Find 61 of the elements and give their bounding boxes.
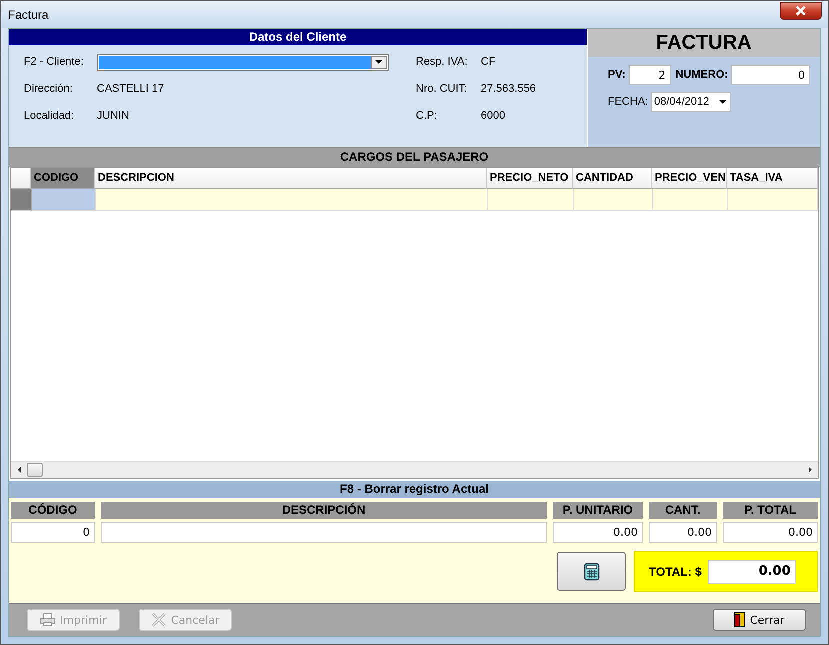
field-label: Resp. IVA:	[416, 56, 469, 68]
table-cell[interactable]	[728, 189, 818, 211]
column-header[interactable]: PRECIO_NETO	[487, 168, 573, 189]
column-header[interactable]: CANTIDAD	[573, 168, 652, 189]
date-picker[interactable]: 08/04/2012	[651, 92, 732, 112]
input-field[interactable]	[101, 522, 547, 543]
input-field[interactable]: 0.00	[649, 522, 717, 543]
cross-icon	[151, 612, 168, 628]
field-label: F2 - Cliente:	[24, 56, 85, 68]
field-label: FECHA:	[608, 96, 648, 108]
field-label: PV:	[608, 69, 626, 81]
table-cell[interactable]	[653, 189, 728, 211]
horizontal-scrollbar[interactable]	[11, 461, 818, 478]
close-button[interactable]	[780, 2, 822, 20]
section-title: CARGOS DEL PASAJERO	[9, 147, 820, 167]
input-field[interactable]: 0.00	[723, 522, 818, 543]
column-header: CÓDIGO	[11, 502, 95, 519]
input-field[interactable]: 0	[11, 522, 95, 543]
field-label: NUMERO:	[676, 69, 728, 81]
section-title: F8 - Borrar registro Actual	[9, 481, 820, 498]
column-header[interactable]: DESCRIPCION	[95, 168, 487, 189]
row-header[interactable]	[11, 189, 32, 211]
column-header[interactable]: CODIGO	[31, 168, 95, 189]
action-button: Imprimir	[27, 609, 120, 631]
field-label: Nro. CUIT:	[416, 83, 468, 95]
action-button[interactable]: Cerrar	[713, 609, 806, 631]
column-header: CANT.	[649, 502, 717, 519]
field-label: Localidad:	[24, 110, 76, 122]
field-label: C.P:	[416, 110, 438, 122]
field-value: 6000	[481, 110, 506, 122]
scroll-thumb[interactable]	[27, 463, 43, 477]
total-field[interactable]: 0.00	[708, 560, 796, 584]
door-icon	[734, 612, 746, 628]
column-header: P. TOTAL	[723, 502, 818, 519]
panel-title: Datos del Cliente	[9, 29, 587, 45]
close-icon	[794, 6, 808, 16]
column-header[interactable]: PRECIO_VEN	[652, 168, 727, 189]
total-label: TOTAL: $	[649, 564, 702, 578]
calculator-icon	[584, 562, 600, 580]
field-value: 27.563.556	[481, 83, 536, 95]
column-header: P. UNITARIO	[553, 502, 643, 519]
column-header[interactable]: TASA_IVA	[727, 168, 818, 189]
number-field[interactable]: 0	[731, 65, 810, 85]
table-cell[interactable]	[488, 189, 574, 211]
field-value: CASTELLI 17	[97, 83, 164, 95]
invoice-title: FACTURA	[588, 29, 820, 57]
field-label: Dirección:	[24, 83, 74, 95]
action-button: Cancelar	[139, 609, 232, 631]
field-value: CF	[481, 56, 496, 68]
input-field[interactable]: 0.00	[553, 522, 643, 543]
calculator-button[interactable]	[557, 552, 626, 591]
column-header: DESCRIPCIÓN	[101, 502, 547, 519]
printer-icon	[40, 613, 56, 627]
pv-field[interactable]: 2	[628, 65, 671, 85]
row-header	[11, 168, 31, 189]
client-dropdown[interactable]	[97, 54, 389, 70]
table-cell[interactable]	[574, 189, 653, 211]
table-cell[interactable]	[32, 189, 96, 211]
table-cell[interactable]	[96, 189, 488, 211]
window-title: Factura	[8, 8, 50, 22]
field-value: JUNIN	[97, 110, 130, 122]
